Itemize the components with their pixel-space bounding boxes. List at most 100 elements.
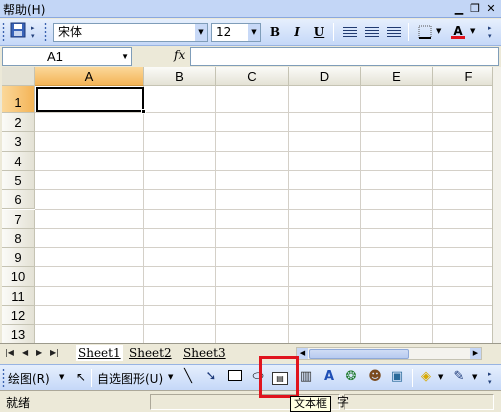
column-header[interactable]: F [433,67,492,86]
line-color-icon[interactable]: ✎ [451,369,467,385]
restore-icon[interactable]: ❐ [468,2,482,15]
line-icon[interactable]: ╲ [180,369,196,385]
select-objects-icon[interactable]: ↖ [73,369,89,385]
active-cell[interactable] [36,87,144,112]
autoshapes-menu-button[interactable]: 自选图形(U) [97,370,163,387]
font-name-select[interactable]: 宋体 ▼ [53,23,208,42]
chevron-down-icon[interactable]: ▼ [436,27,441,35]
draw-menu-button[interactable]: 绘图(R) [8,370,50,387]
status-fragment: 字 [337,395,350,409]
sheet-tab-bar: |◀ ◀ ▶ ▶| Sheet1 Sheet2 Sheet3 ◀ ▶ [0,343,501,363]
sheet-tab[interactable]: Sheet1 [76,345,123,361]
column-header[interactable]: C [216,67,289,86]
row-header[interactable]: 10 [2,267,35,287]
font-color-button[interactable]: A [448,21,468,41]
column-header[interactable]: A [35,67,144,86]
name-box[interactable]: A1 ▼ [2,47,132,66]
column-gridline [432,86,433,343]
chevron-down-icon[interactable]: ▼ [472,373,477,381]
row-gridline [35,189,492,191]
save-icon[interactable] [8,22,28,42]
wordart-icon[interactable]: A [321,369,337,385]
italic-button[interactable]: I [287,22,307,42]
font-size-value: 12 [216,25,232,39]
toolbar-options-icon[interactable]: ▸ ▾ [488,370,496,386]
first-sheet-icon[interactable]: |◀ [5,348,14,357]
row-header[interactable]: 8 [2,228,35,249]
spreadsheet-grid[interactable]: ABCDEF 1 2 3 4 5 6 7 8 9 10 11 12 13 [2,67,492,343]
align-center-icon [365,27,379,38]
column-header[interactable]: B [144,67,216,86]
vertical-scrollbar[interactable] [492,67,501,343]
align-left-icon [343,27,357,38]
column-gridline [143,86,144,343]
row-gridline [35,150,492,152]
row-gridline [35,169,492,171]
row-gridline [35,208,492,210]
font-size-select[interactable]: 12 ▼ [211,23,261,42]
picture-icon[interactable]: ▣ [389,369,405,385]
status-text: 就绪 [6,396,31,410]
select-all-corner[interactable] [2,67,35,86]
fill-color-icon[interactable]: ◈ [418,369,434,385]
chevron-down-icon[interactable]: ▼ [438,373,443,381]
sheet-tab[interactable]: Sheet3 [183,345,226,361]
align-right-button[interactable] [384,22,404,42]
name-box-value: A1 [47,49,63,64]
toolbar-options-icon[interactable]: ▸ ▾ [488,24,496,40]
row-header[interactable]: 2 [2,113,35,133]
row-header[interactable]: 13 [2,325,35,343]
scroll-thumb[interactable] [309,349,409,359]
align-right-icon [387,27,401,38]
arrow-icon[interactable]: ➘ [203,369,219,385]
fill-handle[interactable] [141,109,146,114]
row-header[interactable]: 7 [2,209,35,229]
scroll-right-icon[interactable]: ▶ [470,348,481,359]
last-sheet-icon[interactable]: ▶| [50,348,59,357]
toolbar-separator [91,369,92,387]
toolbar-grip[interactable] [2,368,5,388]
close-icon[interactable]: ✕ [484,2,498,15]
row-header[interactable]: 9 [2,248,35,268]
formatting-toolbar: ▸ ▾ 宋体 ▼ 12 ▼ B I U ▼ A ▼ ▸ ▾ [0,19,501,46]
row-header[interactable]: 11 [2,286,35,306]
chevron-down-icon[interactable]: ▼ [470,27,475,35]
bold-button[interactable]: B [265,22,285,42]
diagram-icon[interactable]: ❂ [343,369,359,385]
toolbar-options-icon[interactable]: ▸ ▾ [31,24,39,40]
toolbar-grip[interactable] [44,22,47,42]
underline-button[interactable]: U [309,22,329,42]
formula-input[interactable] [190,47,499,66]
row-gridline [35,131,492,133]
row-gridline [35,324,492,326]
chevron-down-icon[interactable]: ▼ [59,373,64,381]
minimize-icon[interactable]: ▁ [452,2,466,15]
column-header[interactable]: D [289,67,361,86]
sheet-tab[interactable]: Sheet2 [129,345,172,361]
menu-help[interactable]: 帮助(H) [3,1,45,18]
row-header[interactable]: 12 [2,306,35,326]
next-sheet-icon[interactable]: ▶ [36,348,42,357]
align-center-button[interactable] [362,22,382,42]
column-header[interactable]: E [361,67,433,86]
insert-function-button[interactable]: fx [174,48,185,62]
row-header[interactable]: 3 [2,132,35,152]
rectangle-icon[interactable] [227,370,243,386]
menu-bar: 帮助(H) ▁ ❐ ✕ [0,0,501,18]
row-header[interactable]: 1 [2,86,35,113]
chevron-down-icon: ▼ [195,24,207,41]
row-header[interactable]: 4 [2,151,35,171]
row-gridline [35,227,492,229]
row-header[interactable]: 5 [2,170,35,191]
chevron-down-icon[interactable]: ▼ [168,373,173,381]
align-left-button[interactable] [340,22,360,42]
horizontal-scrollbar[interactable]: ◀ ▶ [296,347,482,360]
prev-sheet-icon[interactable]: ◀ [22,348,28,357]
row-gridline [35,266,492,268]
vertical-textbox-icon[interactable]: ▥ [298,369,314,385]
row-header[interactable]: 6 [2,190,35,210]
status-pane [344,394,494,410]
borders-button[interactable] [415,22,435,42]
toolbar-grip[interactable] [2,22,5,42]
clip-art-icon[interactable]: ☻ [367,369,383,385]
